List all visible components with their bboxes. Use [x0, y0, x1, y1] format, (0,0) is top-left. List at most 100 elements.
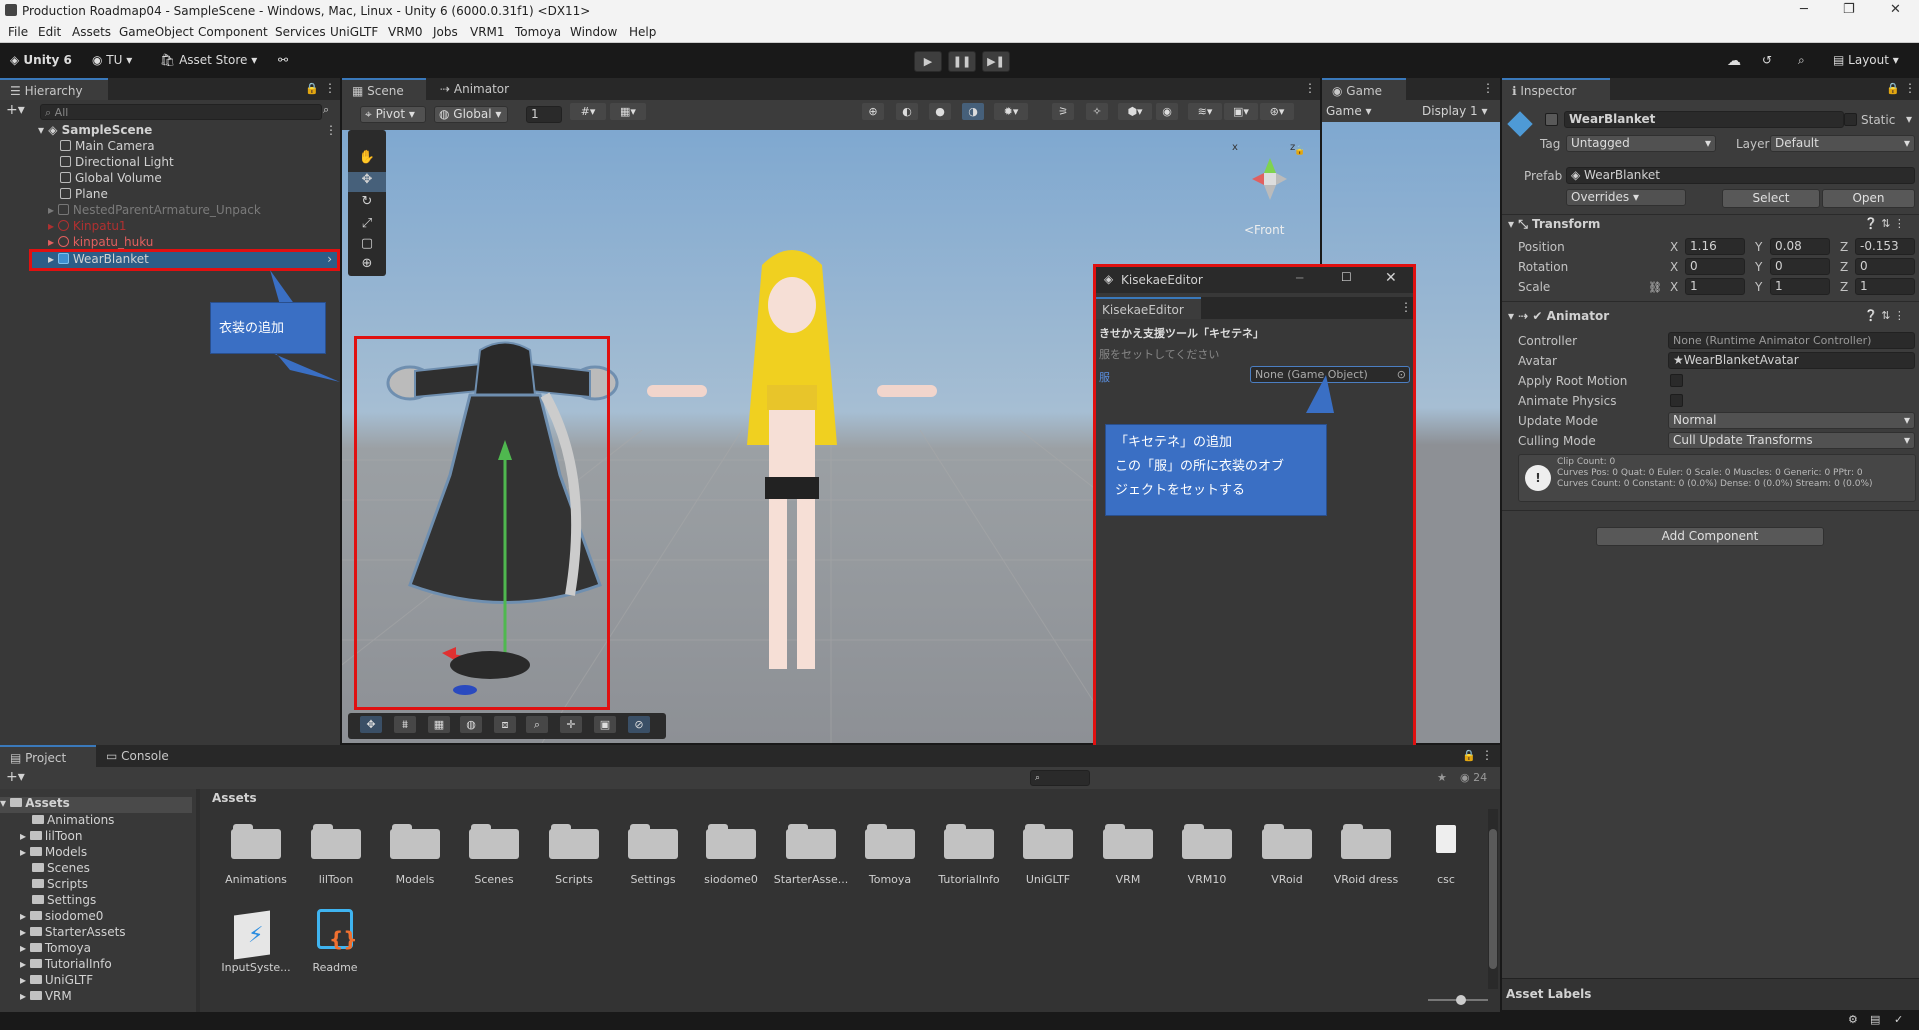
scale-tool-icon[interactable]: ⤢ — [348, 216, 386, 236]
project-menu-icon[interactable]: ⋮ — [1481, 748, 1493, 762]
lighting-icon[interactable]: ✹▾ — [994, 103, 1028, 120]
debug-icon[interactable]: ⚙ — [1848, 1013, 1858, 1026]
layer-dropdown[interactable]: Default ▾ — [1770, 135, 1915, 152]
tree-item-scripts[interactable]: Scripts — [32, 878, 88, 891]
tree-item-tutorialinfo[interactable]: ▸ TutorialInfo — [20, 958, 112, 971]
layer-icon[interactable]: ⧈ — [494, 716, 516, 733]
shaded-sphere-icon[interactable]: ● — [929, 103, 951, 120]
constrain-proportions-icon[interactable]: ⛓ — [1648, 281, 1662, 294]
tree-item-unigltf[interactable]: ▸ UniGLTF — [20, 974, 93, 987]
tree-item-vrm[interactable]: ▸ VRM — [20, 990, 72, 1000]
navigate-icon[interactable]: ⊘ — [628, 716, 650, 733]
avatar-model[interactable] — [647, 245, 937, 743]
tab-scene[interactable]: ▦ Scene — [342, 78, 426, 100]
tab-console[interactable]: ▭ Console — [96, 745, 192, 767]
tree-item-starterassets[interactable]: ▸ StarterAssets — [20, 926, 126, 939]
scale-y-input[interactable]: 1 — [1770, 278, 1830, 295]
search-icon[interactable]: ⌕ — [1798, 53, 1805, 68]
scene-menu-icon[interactable]: ⋮ — [325, 123, 337, 137]
scale-z-input[interactable]: 1 — [1855, 278, 1915, 295]
icon-size-slider[interactable] — [1428, 995, 1488, 1005]
rect-tool-icon[interactable]: ▢ — [348, 236, 386, 256]
asset-item[interactable]: Tomoya — [850, 819, 930, 899]
transform-tool-icon[interactable]: ⊕ — [348, 256, 386, 276]
position-y-input[interactable]: 0.08 — [1770, 238, 1830, 255]
minimize-button[interactable]: ─ — [1800, 2, 1808, 17]
game-mode-dropdown[interactable]: Game ▾ — [1326, 104, 1372, 118]
animate-physics-checkbox[interactable] — [1670, 394, 1683, 407]
kisekae-minimize-button[interactable]: ─ — [1296, 271, 1303, 285]
menu-vrm0[interactable]: VRM0 — [388, 25, 423, 39]
apply-root-motion-checkbox[interactable] — [1670, 374, 1683, 387]
menu-file[interactable]: File — [8, 25, 28, 39]
gizmos-icon[interactable]: ⊛▾ — [1260, 103, 1294, 120]
menu-edit[interactable]: Edit — [38, 25, 61, 39]
update-mode-dropdown[interactable]: Normal ▾ — [1668, 412, 1915, 429]
culling-mode-dropdown[interactable]: Cull Update Transforms ▾ — [1668, 432, 1915, 449]
position-z-input[interactable]: -0.153 — [1855, 238, 1915, 255]
inspector-menu-icon[interactable]: ⋮ — [1904, 81, 1916, 95]
menu-services[interactable]: Services — [275, 25, 326, 39]
readme-asset[interactable]: {} Readme — [295, 907, 375, 987]
asset-item[interactable]: lilToon — [296, 819, 376, 899]
grid-size-input[interactable]: 1 — [526, 106, 562, 123]
position-x-input[interactable]: 1.16 — [1685, 238, 1745, 255]
status-ok-icon[interactable]: ✓ — [1894, 1013, 1903, 1026]
hierarchy-item-directional-light[interactable]: Directional Light — [60, 154, 174, 170]
layers-stack-icon[interactable]: ≋▾ — [1188, 103, 1222, 120]
prefab-select-button[interactable]: Select — [1722, 189, 1820, 208]
grid-visual-icon[interactable]: ▦ — [428, 716, 450, 733]
account-dropdown[interactable]: ◉ TU ▾ — [92, 53, 132, 67]
kisekae-menu-icon[interactable]: ⋮ — [1400, 300, 1412, 314]
game-menu-icon[interactable]: ⋮ — [1482, 81, 1494, 95]
controller-field[interactable]: None (Runtime Animator Controller) — [1668, 332, 1915, 349]
maximize-button[interactable]: ❐ — [1843, 2, 1855, 17]
pan-icon[interactable]: ✛ — [560, 716, 582, 733]
rotation-y-input[interactable]: 0 — [1770, 258, 1830, 275]
help-icon[interactable]: ❔ ⇅ ⋮ — [1864, 217, 1905, 230]
assets-scrollbar[interactable] — [1488, 809, 1498, 989]
search-filter-icon[interactable]: ⌕ — [323, 103, 329, 117]
project-search-input[interactable]: ⌕ — [1030, 770, 1090, 786]
tab-inspector[interactable]: ℹ Inspector — [1502, 78, 1610, 100]
asset-item[interactable]: csc — [1406, 819, 1486, 899]
rotate-tool-icon[interactable]: ↻ — [348, 194, 386, 214]
move-tool-icon[interactable]: ✥ — [348, 172, 386, 192]
cloud-icon[interactable]: ☁ — [1727, 53, 1741, 69]
create-icon[interactable]: +▾ — [6, 769, 25, 785]
capture-icon[interactable]: ▣ — [594, 716, 616, 733]
tree-item-settings[interactable]: Settings — [32, 894, 96, 907]
hierarchy-item-nested-armature[interactable]: ▸ NestedParentArmature_Unpack — [48, 202, 261, 218]
menu-component[interactable]: Component — [198, 25, 268, 39]
tree-item-models[interactable]: ▸ Models — [20, 846, 87, 859]
pause-button[interactable]: ❚❚ — [948, 51, 976, 72]
display-dropdown[interactable]: Display 1 ▾ — [1422, 104, 1488, 118]
rotation-z-input[interactable]: 0 — [1855, 258, 1915, 275]
layers-icon[interactable]: ⬢▾ — [1118, 103, 1152, 120]
tree-root-assets[interactable]: ▾ Assets — [0, 797, 192, 813]
hierarchy-item-kinpatu1[interactable]: ▸ Kinpatu1 — [48, 218, 127, 234]
add-component-button[interactable]: Add Component — [1596, 527, 1824, 546]
rotate-icon[interactable]: ◍ — [460, 716, 482, 733]
asset-item[interactable]: siodome0 — [691, 819, 771, 899]
kisekae-close-button[interactable]: ✕ — [1385, 270, 1397, 286]
tab-project[interactable]: ▤ Project — [0, 745, 96, 767]
move-snap-icon[interactable]: ✥ — [360, 716, 382, 733]
cache-icon[interactable]: ▤ — [1870, 1013, 1880, 1026]
asset-item[interactable]: Settings — [613, 819, 693, 899]
hierarchy-item-plane[interactable]: Plane — [60, 186, 108, 202]
tree-item-animations[interactable]: Animations — [32, 814, 114, 827]
tree-item-scenes[interactable]: Scenes — [32, 862, 90, 875]
global-dropdown[interactable]: ◍ Global ▾ — [434, 106, 508, 123]
asset-item[interactable]: Scripts — [534, 819, 614, 899]
rotation-x-input[interactable]: 0 — [1685, 258, 1745, 275]
tree-item-liltoon[interactable]: ▸ lilToon — [20, 830, 82, 843]
lock-icon[interactable]: 🔒 — [305, 82, 319, 95]
asset-item[interactable]: StarterAsse... — [771, 819, 851, 899]
zoom-icon[interactable]: ⌕ — [526, 716, 548, 733]
menu-unigltf[interactable]: UniGLTF — [330, 25, 378, 39]
asset-item[interactable]: VRM — [1088, 819, 1168, 899]
align-icon[interactable]: ⩩ — [394, 716, 416, 733]
asset-item[interactable]: TutorialInfo — [929, 819, 1009, 899]
favorite-icon[interactable]: ★ — [1437, 771, 1447, 784]
